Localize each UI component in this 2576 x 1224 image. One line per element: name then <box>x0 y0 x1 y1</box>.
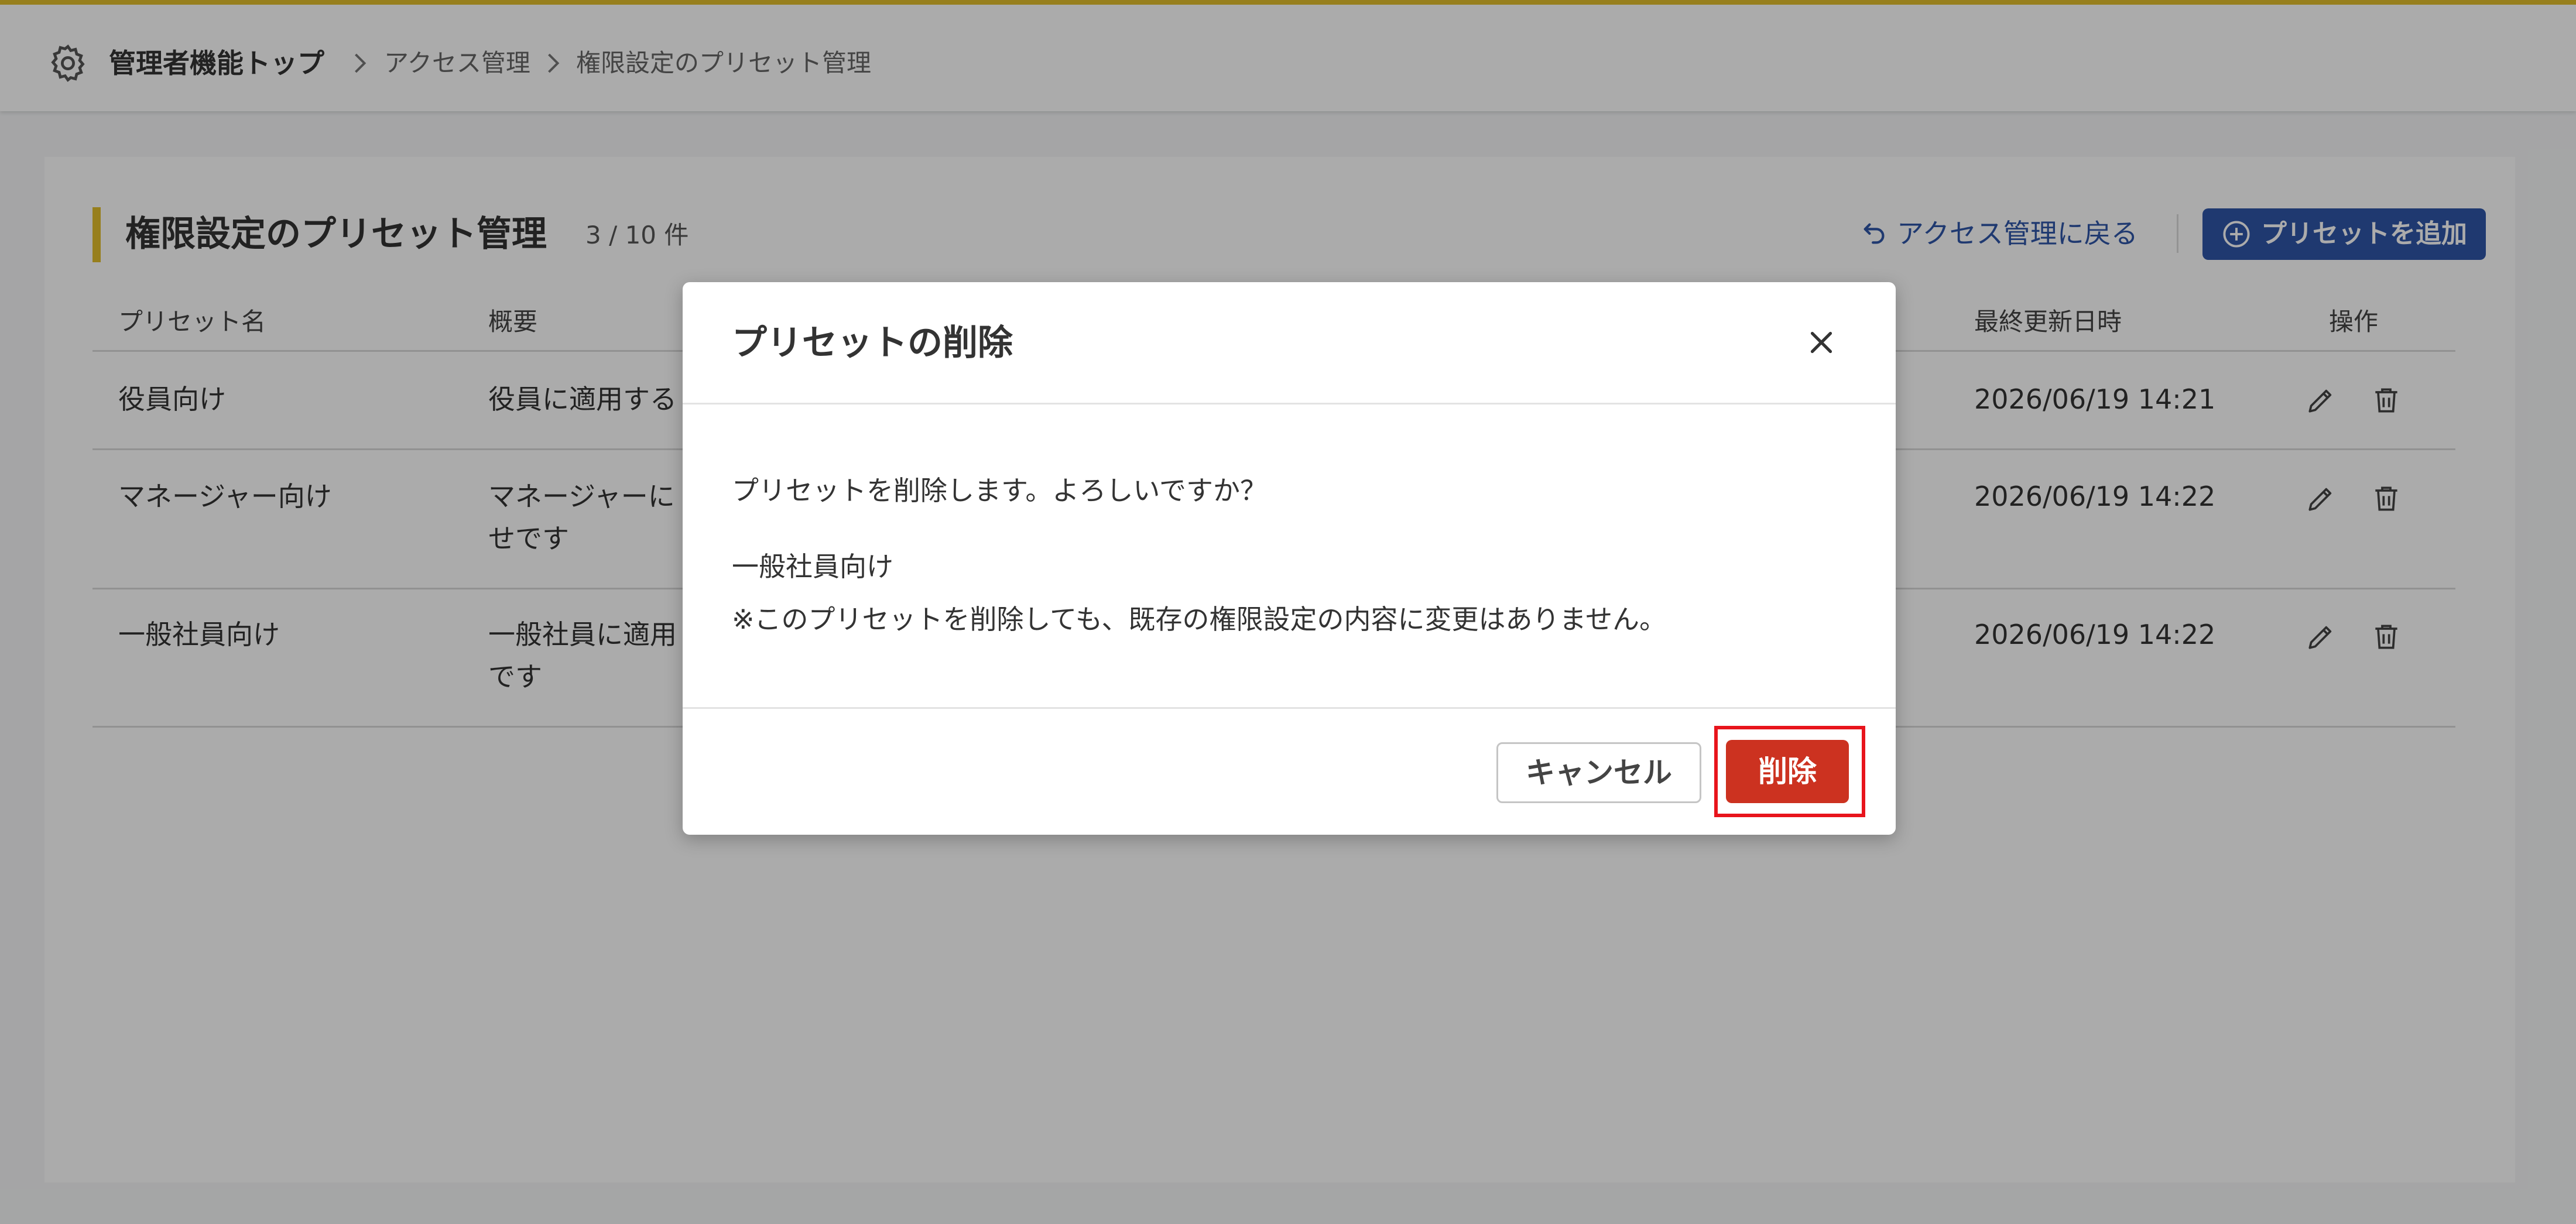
dialog-footer-divider <box>683 707 1896 709</box>
dialog-message: プリセットを削除します。よろしいですか？ <box>732 475 1268 506</box>
close-icon[interactable] <box>1803 324 1839 361</box>
dialog-title: プリセットの削除 <box>732 323 1013 364</box>
delete-preset-dialog: プリセットの削除 プリセットを削除します。よろしいですか？ 一般社員向け ※この… <box>683 282 1896 835</box>
dialog-target-preset: 一般社員向け <box>732 551 893 582</box>
dialog-header-divider <box>683 403 1896 404</box>
cancel-button[interactable]: キャンセル <box>1496 742 1701 803</box>
dialog-note: ※このプリセットを削除しても、既存の権限設定の内容に変更はありません。 <box>732 604 1667 635</box>
delete-button[interactable]: 削除 <box>1726 740 1849 803</box>
